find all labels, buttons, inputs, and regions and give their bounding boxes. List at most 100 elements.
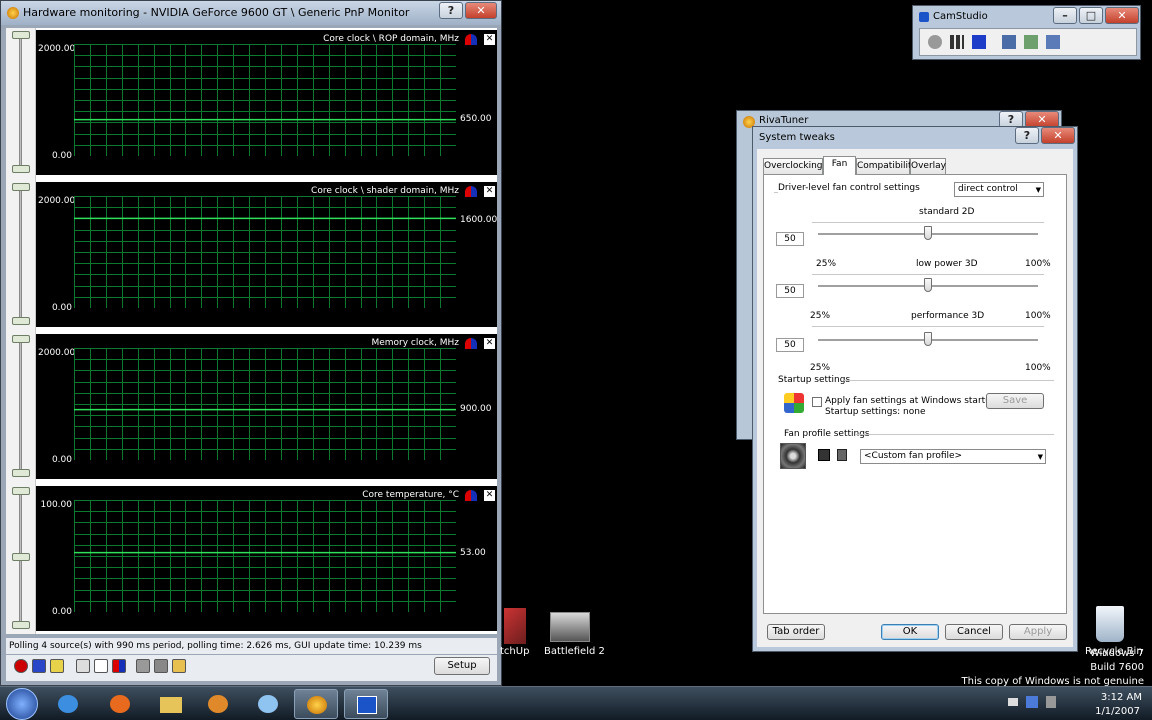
tray-volume-icon[interactable] [1046,696,1056,708]
source-badge-icon[interactable] [465,186,477,197]
fan-control-mode-select[interactable]: direct control ▼ [954,182,1044,197]
pause-icon[interactable] [32,659,46,673]
graph-close-icon[interactable]: ✕ [484,490,495,501]
save-icon[interactable] [154,659,168,673]
group-line [812,274,1044,275]
graph-close-icon[interactable]: ✕ [484,186,495,197]
desktop-icon-label[interactable]: Battlefield 2 [544,646,605,657]
record-icon[interactable] [14,659,28,673]
maximize-button[interactable]: □ [1079,7,1103,24]
itunes-icon [258,695,278,713]
graph3-range-slider[interactable] [19,338,22,476]
rivatuner-title: RivaTuner [759,115,809,126]
taskbar-explorer-icon[interactable] [148,689,192,719]
apply-button[interactable]: Apply [1009,624,1067,640]
driver-fan-control-label: Driver-level fan control settings [778,183,920,193]
graph-plot [74,196,456,308]
save-button[interactable]: Save [986,393,1044,409]
graph2-top-handle[interactable] [12,183,30,191]
help-button[interactable]: ? [1015,127,1039,144]
performance-3d-slider-thumb[interactable] [924,332,932,346]
hardware-monitoring-window: Hardware monitoring - NVIDIA GeForce 960… [0,0,502,686]
marker-icon[interactable] [50,659,64,673]
tab-overclocking[interactable]: Overclocking [763,158,823,174]
media-player-icon [208,695,228,713]
minimize-button[interactable]: – [1053,7,1077,24]
pause-icon[interactable] [950,35,964,49]
taskbar-ie-icon[interactable] [46,689,90,719]
fan-control-mode-value: direct control [958,184,1018,194]
graph-close-icon[interactable]: ✕ [484,338,495,349]
performance-3d-value[interactable]: 50 [776,338,804,352]
standard-2d-slider-thumb[interactable] [924,226,932,240]
graph1-range-slider[interactable] [19,34,22,172]
help-button[interactable]: ? [439,2,463,19]
setup-button[interactable]: Setup [434,657,490,675]
graph-memory-clock: Memory clock, MHz ✕ 2000.00 0.00 900.00 [36,334,497,479]
close-button[interactable]: ✕ [465,2,497,19]
open-folder-icon[interactable] [172,659,186,673]
graph1-bottom-handle[interactable] [12,165,30,173]
battlefield-2-icon[interactable] [550,612,590,642]
apply-at-startup-checkbox[interactable] [812,397,822,407]
region-icon[interactable] [1002,35,1016,49]
taskbar-camstudio-icon[interactable] [344,689,388,719]
close-button[interactable]: ✕ [1105,7,1139,24]
graph-close-icon[interactable]: ✕ [484,34,495,45]
graph-current-value: 53.00 [460,548,486,558]
graph2-bottom-handle[interactable] [12,317,30,325]
firefox-icon [110,695,130,713]
graph-core-temperature: Core temperature, °C ✕ 100.00 0.00 53.00 [36,486,497,631]
taskbar-rivatuner-icon[interactable] [294,689,338,719]
graph4-top-handle[interactable] [12,487,30,495]
source-badge-icon[interactable] [465,490,477,501]
save-profile-icon[interactable] [818,449,830,461]
hw-titlebar[interactable]: Hardware monitoring - NVIDIA GeForce 960… [1,1,501,25]
record-icon[interactable] [928,35,942,49]
clock-date[interactable]: 1/1/2007 [1095,706,1140,717]
group-line [844,380,1054,381]
start-button-icon[interactable] [6,688,38,720]
low-power-3d-value[interactable]: 50 [776,284,804,298]
graph2-range-slider[interactable] [19,186,22,324]
close-button[interactable]: ✕ [1041,127,1075,144]
fan-profile-select[interactable]: <Custom fan profile> ▼ [860,449,1046,464]
standard-2d-value[interactable]: 50 [776,232,804,246]
tab-order-button[interactable]: Tab order [767,624,825,640]
recycle-bin-icon[interactable] [1096,606,1124,642]
source-icon[interactable] [112,659,126,673]
taskbar-firefox-icon[interactable] [98,689,142,719]
up-arrows-icon[interactable] [94,659,108,673]
tab-overlay[interactable]: Overlay [910,158,946,174]
sketchup-icon[interactable] [504,608,526,644]
cancel-button[interactable]: Cancel [945,624,1003,640]
lock-icon[interactable] [136,659,150,673]
tab-fan[interactable]: Fan [823,156,856,175]
tray-network-icon[interactable] [1026,696,1038,708]
watermark-line: Build 7600 [1090,662,1144,673]
low-power-3d-slider-thumb[interactable] [924,278,932,292]
stop-icon[interactable] [972,35,986,49]
graph1-top-handle[interactable] [12,31,30,39]
ok-button[interactable]: OK [881,624,939,640]
graph4-mid-handle[interactable] [12,553,30,561]
windows-logo-icon [784,393,804,413]
swf-icon[interactable] [1046,35,1060,49]
source-badge-icon[interactable] [465,34,477,45]
taskbar-media-player-icon[interactable] [196,689,240,719]
desktop-icon-label[interactable]: tchUp [500,646,529,657]
graph-current-value: 900.00 [460,404,492,414]
taskbar-itunes-icon[interactable] [246,689,290,719]
tray-flag-icon[interactable] [1008,698,1018,706]
annotation-icon[interactable] [1024,35,1038,49]
tab-compatibility[interactable]: Compatibility [856,158,917,174]
graph-ymin: 0.00 [51,303,72,313]
performance-3d-min: 25% [810,363,831,373]
source-badge-icon[interactable] [465,338,477,349]
graph3-bottom-handle[interactable] [12,469,30,477]
graph4-bottom-handle[interactable] [12,621,30,629]
delete-profile-icon[interactable] [837,449,847,461]
window-layout-icon[interactable] [76,659,90,673]
clock-time[interactable]: 3:12 AM [1101,692,1142,703]
graph3-top-handle[interactable] [12,335,30,343]
